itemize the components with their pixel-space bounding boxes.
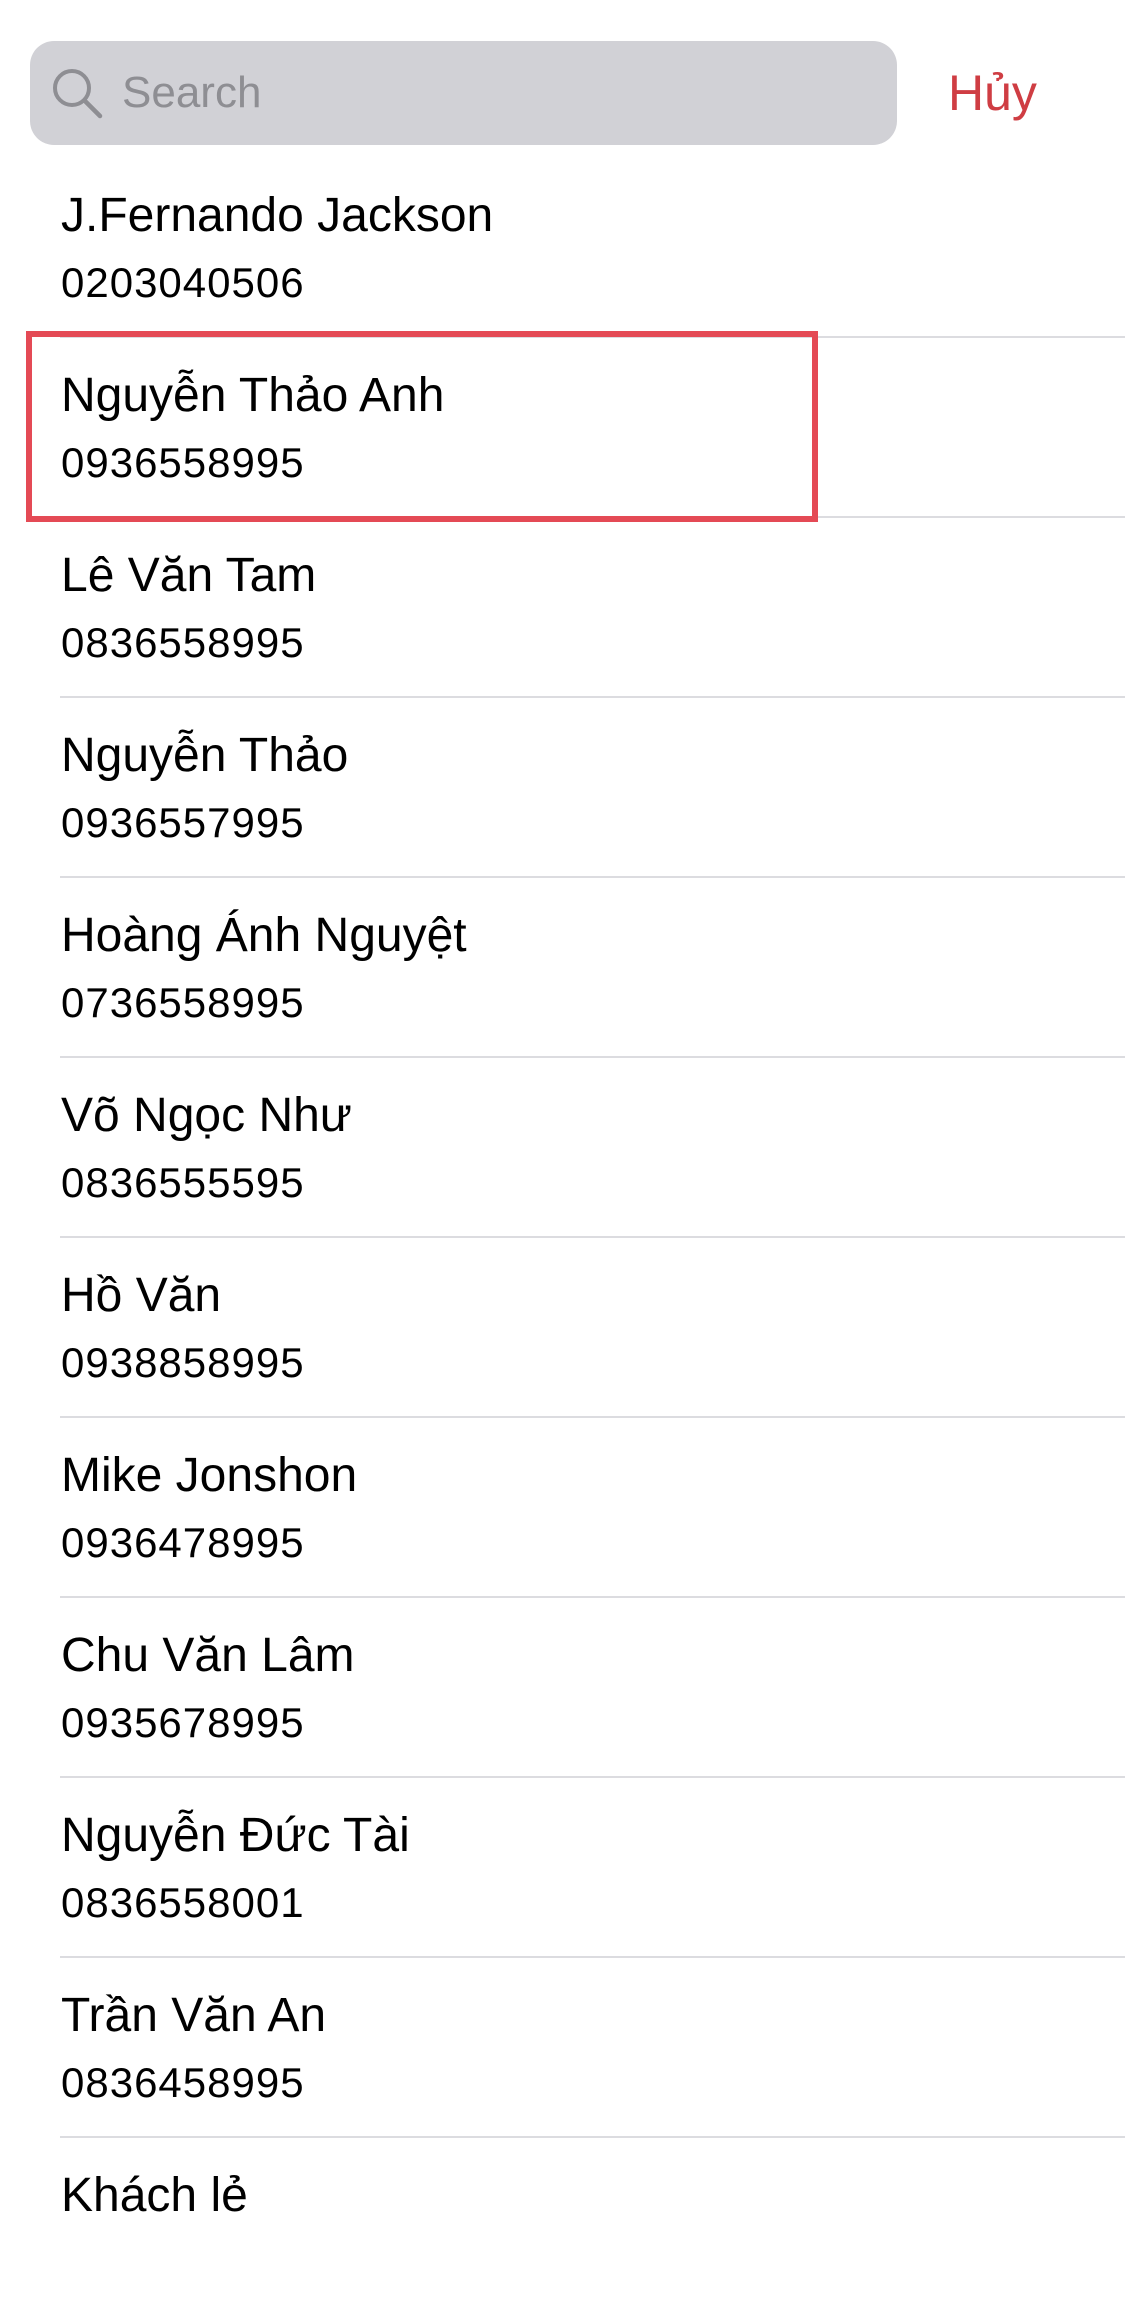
contact-name: Hoàng Ánh Nguyệt [61, 909, 467, 962]
contact-row[interactable]: Nguyễn Thảo Anh 0936558995 [0, 338, 1125, 518]
contact-row[interactable]: Hồ Văn 0938858995 [0, 1238, 1125, 1418]
contact-phone: 0935678995 [61, 1699, 305, 1746]
search-input[interactable] [122, 53, 862, 133]
contact-phone: 0936557995 [61, 799, 305, 846]
search-bar[interactable] [30, 41, 897, 145]
contact-phone: 0836458995 [61, 2059, 305, 2106]
contact-phone: 0836555595 [61, 1159, 305, 1206]
contact-row[interactable]: Chu Văn Lâm 0935678995 [0, 1598, 1125, 1778]
contact-name: Khách lẻ [61, 2169, 248, 2222]
contact-name: Võ Ngọc Như [61, 1089, 352, 1142]
contact-phone: 0936558995 [61, 439, 305, 486]
contact-row[interactable]: J.Fernando Jackson 0203040506 [0, 158, 1125, 338]
contact-name: Mike Jonshon [61, 1449, 358, 1502]
contact-row[interactable]: Hoàng Ánh Nguyệt 0736558995 [0, 878, 1125, 1058]
contact-phone: 0736558995 [61, 979, 305, 1026]
cancel-button[interactable]: Hủy [948, 41, 1037, 145]
contact-phone: 0836558001 [61, 1879, 305, 1926]
contact-row[interactable]: Nguyễn Thảo 0936557995 [0, 698, 1125, 878]
contact-name: Lê Văn Tam [61, 549, 317, 602]
contact-list: J.Fernando Jackson 0203040506 Nguyễn Thả… [0, 158, 1125, 2318]
contact-name: Nguyễn Thảo [61, 729, 349, 782]
contact-name: Nguyễn Đức Tài [61, 1809, 410, 1862]
contact-name: Nguyễn Thảo Anh [61, 369, 445, 422]
contact-name: Chu Văn Lâm [61, 1629, 355, 1682]
contact-row[interactable]: Mike Jonshon 0936478995 [0, 1418, 1125, 1598]
contact-row[interactable]: Võ Ngọc Như 0836555595 [0, 1058, 1125, 1238]
search-icon [53, 69, 103, 119]
contact-row[interactable]: Lê Văn Tam 0836558995 [0, 518, 1125, 698]
contact-row[interactable]: Khách lẻ [0, 2138, 1125, 2318]
contact-name: Hồ Văn [61, 1269, 222, 1322]
contact-name: Trần Văn An [61, 1989, 327, 2042]
contact-phone: 0203040506 [61, 259, 305, 306]
contact-phone: 0836558995 [61, 619, 305, 666]
contact-phone: 0938858995 [61, 1339, 305, 1386]
contact-row[interactable]: Trần Văn An 0836458995 [0, 1958, 1125, 2138]
contact-name: J.Fernando Jackson [61, 189, 494, 242]
contact-row[interactable]: Nguyễn Đức Tài 0836558001 [0, 1778, 1125, 1958]
contact-phone: 0936478995 [61, 1519, 305, 1566]
